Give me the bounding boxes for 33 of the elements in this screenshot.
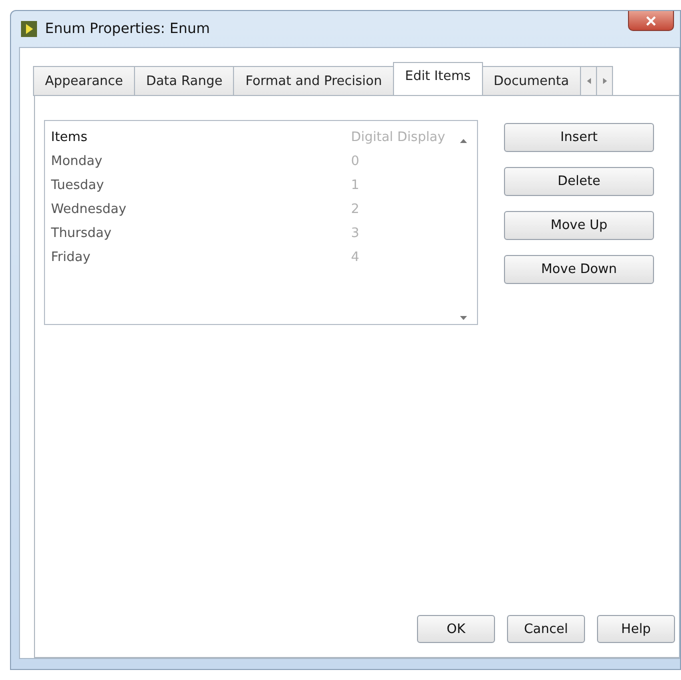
close-button[interactable] xyxy=(628,11,674,31)
tab[interactable]: Appearance xyxy=(33,66,136,96)
value-cell: 2 xyxy=(351,202,360,216)
window-title: Enum Properties: Enum xyxy=(45,21,210,37)
dialog-button[interactable]: Cancel xyxy=(507,615,585,643)
tab[interactable]: Documenta xyxy=(482,66,581,96)
close-icon xyxy=(646,16,656,26)
right-arrow-icon xyxy=(602,78,606,84)
action-button[interactable]: Delete xyxy=(504,167,654,196)
app-icon xyxy=(21,21,37,37)
dialog-button[interactable]: Help xyxy=(597,615,675,643)
action-button[interactable]: Move Down xyxy=(504,255,654,284)
value-cell: 3 xyxy=(351,226,360,240)
scroll-left-button[interactable] xyxy=(580,66,597,96)
down-arrow-icon xyxy=(460,316,466,320)
value-cell: 0 xyxy=(351,154,360,168)
item-cell[interactable]: Monday xyxy=(51,154,351,168)
action-button[interactable]: Move Up xyxy=(504,211,654,240)
value-cell: 4 xyxy=(351,250,360,264)
item-cell[interactable]: Thursday xyxy=(51,226,351,240)
item-cell[interactable]: Friday xyxy=(51,250,351,264)
up-arrow-icon xyxy=(460,139,466,143)
left-arrow-icon xyxy=(586,78,590,84)
item-cell[interactable]: Tuesday xyxy=(51,178,351,192)
action-button[interactable]: Insert xyxy=(504,123,654,152)
dialog-button[interactable]: OK xyxy=(417,615,495,643)
column-header: Digital Display xyxy=(351,130,446,144)
scroll-right-button[interactable] xyxy=(596,66,613,96)
column-header: Items xyxy=(51,130,88,144)
value-cell: 1 xyxy=(351,178,360,192)
tab[interactable]: Data Range xyxy=(134,66,234,96)
tab[interactable]: Format and Precision xyxy=(233,66,394,96)
item-cell[interactable]: Wednesday xyxy=(51,202,351,216)
